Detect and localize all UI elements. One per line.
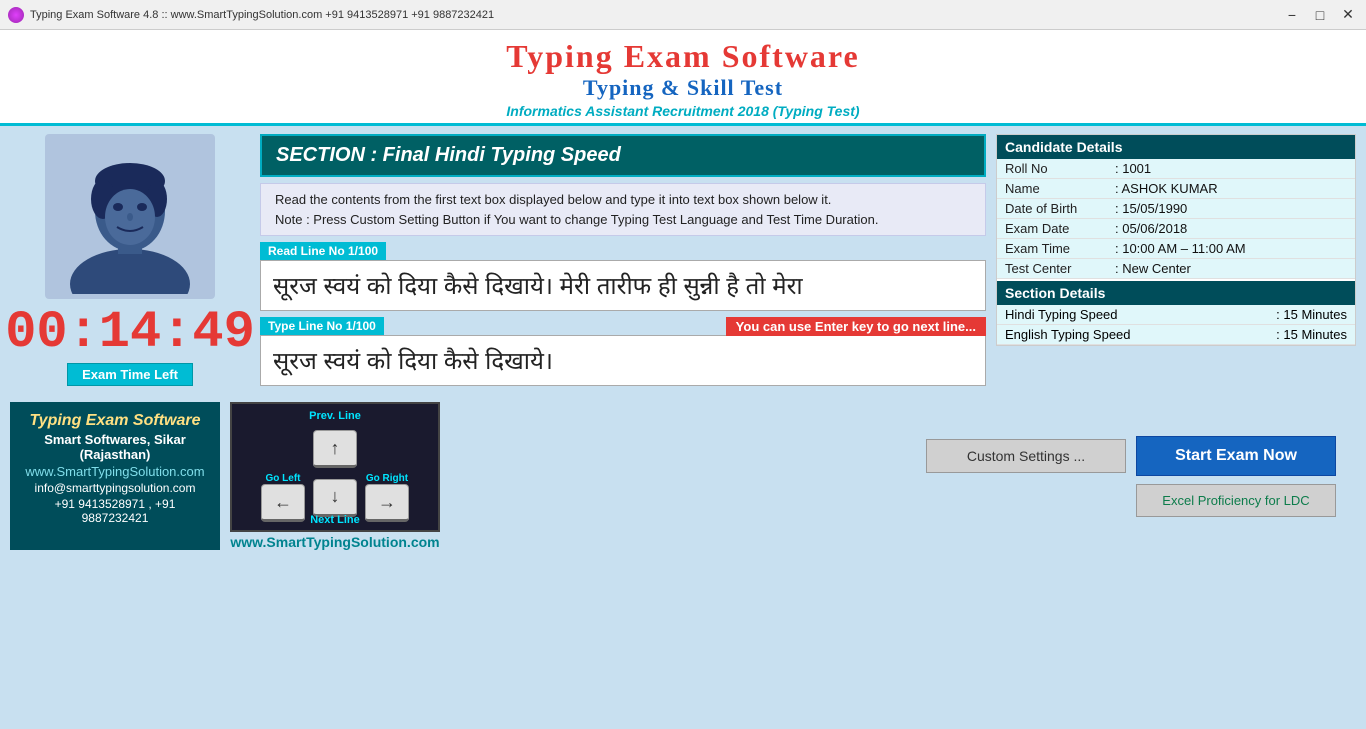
title-bar-text: Typing Exam Software 4.8 :: www.SmartTyp… [30,9,1282,21]
roll-label: Roll No [1005,161,1115,176]
candidate-roll-row: Roll No : 1001 [997,159,1355,179]
left-panel: 00:14:49 Exam Time Left [10,134,250,386]
avatar-container [45,134,215,299]
candidate-examdate-row: Exam Date : 05/06/2018 [997,219,1355,239]
instruction-line2: Note : Press Custom Setting Button if Yo… [275,210,971,230]
candidate-dob-row: Date of Birth : 15/05/1990 [997,199,1355,219]
app-icon [8,7,24,23]
keyboard-wrapper: Prev. Line ↑ Go Left ← ↓ Go Right → Next… [230,402,440,550]
left-arrow-key[interactable]: ← [261,484,305,522]
english-speed-row: English Typing Speed : 15 Minutes [997,325,1355,345]
examdate-label: Exam Date [1005,221,1115,236]
hint-label: You can use Enter key to go next line... [726,317,986,336]
close-button[interactable]: ✕ [1338,5,1358,25]
hindi-speed-row: Hindi Typing Speed : 15 Minutes [997,305,1355,325]
go-right-wrapper: Go Right → [365,473,409,522]
candidate-header: Candidate Details [997,135,1355,159]
hindi-label: Hindi Typing Speed [1005,307,1118,322]
avatar-svg [55,139,205,294]
company-name: Typing Exam Software [24,412,206,430]
go-left-wrapper: Go Left ← [261,473,305,522]
company-phone: +91 9413528971 , +91 9887232421 [24,497,206,525]
next-line-label: Next Line [310,514,360,526]
custom-settings-button[interactable]: Custom Settings ... [926,439,1126,473]
go-right-label: Go Right [366,473,408,484]
type-section: Type Line No 1/100 You can use Enter key… [260,317,986,386]
type-text-input[interactable]: सूरज स्वयं को दिया कैसे दिखाये। [260,335,986,386]
read-section: Read Line No 1/100 सूरज स्वयं को दिया कै… [260,242,986,311]
candidate-details: Candidate Details Roll No : 1001 Name : … [996,134,1356,346]
header: Typing Exam Software Typing & Skill Test… [0,30,1366,126]
english-value: : 15 Minutes [1276,327,1347,342]
company-email: info@smarttypingsolution.com [24,481,206,495]
right-arrow-key[interactable]: → [365,484,409,522]
section-banner: SECTION : Final Hindi Typing Speed [260,134,986,177]
center-panel: SECTION : Final Hindi Typing Speed Read … [260,134,986,386]
prev-line-label: Prev. Line [309,410,361,422]
timer-label: Exam Time Left [67,363,193,386]
bottom-area: Typing Exam Software Smart Softwares, Si… [0,394,1366,558]
up-arrow-key[interactable]: ↑ [313,430,357,468]
timer-display: 00:14:49 [5,307,255,359]
app-title: Typing Exam Software [0,38,1366,75]
roll-value: : 1001 [1115,161,1151,176]
right-buttons: Custom Settings ... Start Exam Now Excel… [898,402,1356,550]
examtime-value: : 10:00 AM – 11:00 AM [1115,241,1246,256]
timer-section: 00:14:49 Exam Time Left [5,307,255,386]
start-exam-button[interactable]: Start Exam Now [1136,436,1336,476]
candidate-name-row: Name : ASHOK KUMAR [997,179,1355,199]
english-label: English Typing Speed [1005,327,1131,342]
keyboard-image: Prev. Line ↑ Go Left ← ↓ Go Right → Next… [230,402,440,532]
company-location: Smart Softwares, Sikar (Rajasthan) [24,432,206,462]
name-label: Name [1005,181,1115,196]
name-value: : ASHOK KUMAR [1115,181,1218,196]
hindi-value: : 15 Minutes [1276,307,1347,322]
window-controls: − □ ✕ [1282,5,1358,25]
candidate-testcenter-row: Test Center : New Center [997,259,1355,279]
button-row-top: Custom Settings ... Start Exam Now [926,436,1336,476]
examdate-value: : 05/06/2018 [1115,221,1187,236]
instruction-line1: Read the contents from the first text bo… [275,190,971,210]
dob-label: Date of Birth [1005,201,1115,216]
section-details-header: Section Details [997,281,1355,305]
maximize-button[interactable]: □ [1310,5,1330,25]
type-line-label: Type Line No 1/100 [260,317,384,335]
footer-website: www.SmartTypingSolution.com [230,534,440,550]
company-box: Typing Exam Software Smart Softwares, Si… [10,402,220,550]
read-text-display: सूरज स्वयं को दिया कैसे दिखाये। मेरी तार… [260,260,986,311]
exam-subtitle: Informatics Assistant Recruitment 2018 (… [0,103,1366,119]
down-arrow-key[interactable]: ↓ [313,479,357,517]
testcenter-label: Test Center [1005,261,1115,276]
read-line-label: Read Line No 1/100 [260,242,386,260]
excel-proficiency-button[interactable]: Excel Proficiency for LDC [1136,484,1336,517]
go-left-label: Go Left [266,473,301,484]
app-subtitle: Typing & Skill Test [0,75,1366,101]
dob-value: : 15/05/1990 [1115,201,1187,216]
instruction-box: Read the contents from the first text bo… [260,183,986,236]
key-row-top: ↑ [313,430,357,468]
spacer [450,402,888,550]
company-website: www.SmartTypingSolution.com [24,464,206,479]
candidate-examtime-row: Exam Time : 10:00 AM – 11:00 AM [997,239,1355,259]
minimize-button[interactable]: − [1282,5,1302,25]
button-row-bottom: Excel Proficiency for LDC [1136,484,1336,517]
right-panel: Candidate Details Roll No : 1001 Name : … [996,134,1356,386]
examtime-label: Exam Time [1005,241,1115,256]
title-bar: Typing Exam Software 4.8 :: www.SmartTyp… [0,0,1366,30]
testcenter-value: : New Center [1115,261,1191,276]
